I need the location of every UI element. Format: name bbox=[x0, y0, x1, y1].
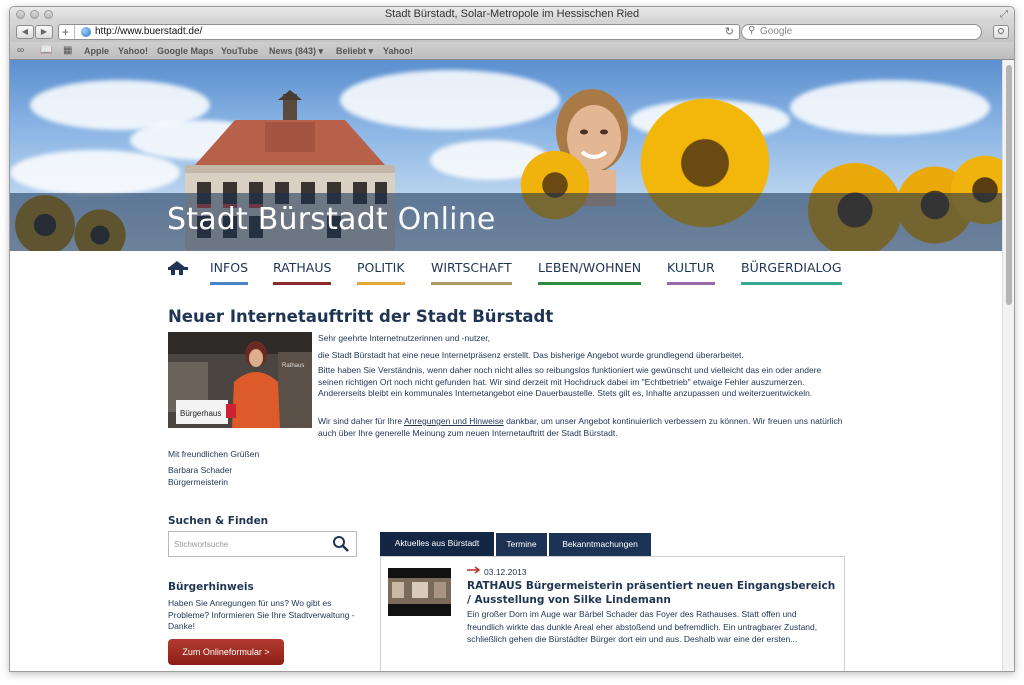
nav-politik-underline bbox=[357, 282, 405, 285]
mayor-photo: Bürgerhaus Rathaus bbox=[168, 332, 312, 428]
photo-sign-rathaus: Rathaus bbox=[282, 363, 305, 369]
page-viewport: Stadt Bürstadt Online INFOS RATHAUS POLI bbox=[10, 60, 1004, 671]
reader-icon bbox=[998, 28, 1004, 34]
nav-wirtschaft[interactable]: WIRTSCHAFT bbox=[431, 260, 512, 285]
reload-icon[interactable]: ↻ bbox=[725, 25, 734, 38]
news-panel: 03.12.2013 RATHAUS Bürgermeisterin präse… bbox=[380, 556, 845, 671]
nav-politik[interactable]: POLITIK bbox=[357, 260, 405, 285]
address-bar[interactable]: + http://www.buerstadt.de/ ↻ bbox=[58, 24, 740, 40]
scrollbar-thumb[interactable] bbox=[1006, 65, 1012, 305]
back-arrow-icon: ◀ bbox=[21, 27, 29, 36]
nav-buergerdialog[interactable]: BÜRGERDIALOG bbox=[741, 260, 842, 285]
bookmark-youtube[interactable]: YouTube bbox=[221, 46, 258, 56]
nav-leben-wohnen-label: LEBEN/WOHNEN bbox=[538, 260, 642, 275]
window-title: Stadt Bürstadt, Solar-Metropole im Hessi… bbox=[384, 8, 640, 20]
site-search-placeholder: Stichwortsuche bbox=[174, 540, 229, 549]
tab-bekanntmachungen[interactable]: Bekanntmachungen bbox=[549, 533, 651, 556]
nav-buergerdialog-underline bbox=[741, 282, 842, 285]
browser-toolbar: ◀ ▶ + http://www.buerstadt.de/ ↻ ⚲ Googl… bbox=[10, 22, 1014, 42]
signer-name: Barbara Schader bbox=[168, 465, 233, 475]
nav-infos-label: INFOS bbox=[210, 260, 249, 275]
web-search-field[interactable]: ⚲ Google bbox=[741, 24, 982, 40]
reading-list-icon[interactable]: ∞ bbox=[17, 45, 24, 56]
online-form-button[interactable]: Zum Onlineformular > bbox=[168, 639, 284, 665]
header-banner: Stadt Bürstadt Online bbox=[10, 60, 1004, 251]
site-search-field[interactable]: Stichwortsuche bbox=[168, 531, 357, 557]
bookmarks-bar: ∞ 📖 ▦ Apple Yahoo! Google Maps YouTube N… bbox=[10, 42, 1014, 60]
nav-infos[interactable]: INFOS bbox=[210, 260, 249, 285]
news-headline[interactable]: RATHAUS Bürgermeisterin präsentiert neue… bbox=[467, 580, 837, 607]
bookmarks-book-icon[interactable]: 📖 bbox=[40, 45, 52, 56]
article-title: Neuer Internetauftritt der Stadt Bürstad… bbox=[168, 307, 554, 326]
browser-window: Stadt Bürstadt, Solar-Metropole im Hessi… bbox=[9, 6, 1015, 672]
fullscreen-icon[interactable]: ⤢ bbox=[1000, 9, 1008, 20]
cloud bbox=[10, 150, 180, 195]
back-button[interactable]: ◀ bbox=[16, 25, 34, 39]
hint-text: Haben Sie Anregungen für uns? Wo gibt es… bbox=[168, 598, 355, 631]
feedback-link[interactable]: Anregungen und Hinweise bbox=[404, 416, 504, 426]
nav-kultur[interactable]: KULTUR bbox=[667, 260, 715, 285]
address-separator bbox=[74, 25, 75, 39]
nav-leben-wohnen-underline bbox=[538, 282, 642, 285]
arrow-right-icon bbox=[467, 566, 481, 574]
nav-rathaus[interactable]: RATHAUS bbox=[273, 260, 332, 285]
forward-button[interactable]: ▶ bbox=[35, 25, 53, 39]
news-thumbnail-image bbox=[388, 568, 451, 616]
url-text[interactable]: http://www.buerstadt.de/ bbox=[95, 26, 202, 37]
search-heading: Suchen & Finden bbox=[168, 515, 269, 527]
bookmark-news-folder[interactable]: News (843) ▾ bbox=[269, 46, 323, 57]
tab-termine[interactable]: Termine bbox=[496, 533, 547, 556]
globe-icon bbox=[81, 27, 91, 37]
cloud bbox=[790, 80, 990, 135]
tab-aktuelles[interactable]: Aktuelles aus Bürstadt bbox=[380, 532, 494, 556]
p3-before: Wir sind daher für Ihre bbox=[318, 416, 404, 426]
search-icon[interactable] bbox=[332, 535, 350, 553]
nav-home[interactable] bbox=[168, 260, 188, 275]
bookmark-yahoo-2[interactable]: Yahoo! bbox=[383, 46, 413, 56]
signer-role: Bürgermeisterin bbox=[168, 477, 228, 487]
news-thumbnail[interactable] bbox=[388, 568, 451, 616]
page-scrollbar[interactable] bbox=[1002, 60, 1014, 671]
bookmark-google-maps[interactable]: Google Maps bbox=[157, 46, 214, 56]
site-title-main: Stadt Bürstadt bbox=[167, 202, 388, 237]
article-paragraph-3: Wir sind daher für Ihre Anregungen und H… bbox=[318, 416, 843, 439]
photo-sign-buergerhaus: Bürgerhaus bbox=[180, 409, 222, 418]
search-icon: ⚲ bbox=[748, 25, 756, 36]
nav-kultur-underline bbox=[667, 282, 715, 285]
nav-buergerdialog-label: BÜRGERDIALOG bbox=[741, 260, 842, 275]
site-title-suffix: Online bbox=[397, 202, 496, 237]
news-teaser: Ein großer Dorn im Auge war Bärbel Schad… bbox=[467, 609, 818, 644]
article-closing: Mit freundlichen Grüßen bbox=[168, 449, 260, 459]
nav-rathaus-underline bbox=[273, 282, 332, 285]
add-bookmark-icon[interactable]: + bbox=[62, 25, 69, 39]
nav-kultur-label: KULTUR bbox=[667, 260, 715, 275]
article-paragraph-2: Bitte haben Sie Verständnis, wenn daher … bbox=[318, 365, 822, 398]
bookmark-beliebt-folder[interactable]: Beliebt ▾ bbox=[336, 46, 373, 57]
web-search-placeholder: Google bbox=[760, 26, 793, 37]
hint-heading: Bürgerhinweis bbox=[168, 581, 254, 593]
forward-arrow-icon: ▶ bbox=[40, 27, 48, 36]
top-sites-grid-icon[interactable]: ▦ bbox=[63, 45, 72, 56]
article-paragraph-1: die Stadt Bürstadt hat eine neue Interne… bbox=[318, 350, 744, 360]
nav-wirtschaft-underline bbox=[431, 282, 512, 285]
nav-home-underline bbox=[168, 267, 188, 270]
news-date: 03.12.2013 bbox=[484, 567, 527, 577]
nav-infos-underline bbox=[210, 282, 249, 285]
bookmark-apple[interactable]: Apple bbox=[84, 46, 109, 56]
article-greeting: Sehr geehrte Internetnutzerinnen und -nu… bbox=[318, 333, 491, 343]
nav-rathaus-label: RATHAUS bbox=[273, 260, 332, 275]
bookmark-yahoo[interactable]: Yahoo! bbox=[118, 46, 148, 56]
nav-leben-wohnen[interactable]: LEBEN/WOHNEN bbox=[538, 260, 642, 285]
nav-politik-label: POLITIK bbox=[357, 260, 405, 275]
banner-title-band bbox=[10, 193, 1004, 251]
nav-wirtschaft-label: WIRTSCHAFT bbox=[431, 260, 512, 275]
title-bar: Stadt Bürstadt, Solar-Metropole im Hessi… bbox=[10, 7, 1014, 22]
reader-button[interactable] bbox=[993, 25, 1009, 39]
site-title[interactable]: Stadt Bürstadt Online bbox=[167, 202, 496, 237]
